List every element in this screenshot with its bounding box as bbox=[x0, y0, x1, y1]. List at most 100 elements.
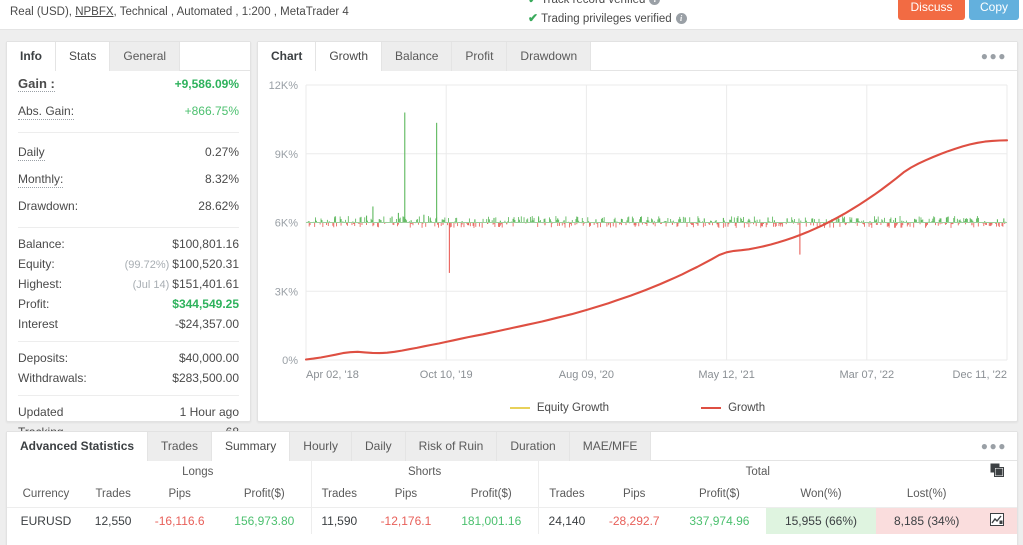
withdrawals-label: Withdrawals: bbox=[18, 368, 87, 388]
legend-label-growth: Growth bbox=[728, 402, 765, 414]
broker-link[interactable]: NPBFX bbox=[75, 6, 113, 18]
tab-risk-of-ruin[interactable]: Risk of Ruin bbox=[406, 432, 498, 461]
col-short-profit: Profit($) bbox=[445, 482, 538, 507]
chart-line-icon[interactable] bbox=[977, 507, 1017, 534]
col-total-trades: Trades bbox=[538, 482, 595, 507]
cell-short-pips: -12,176.1 bbox=[367, 507, 445, 534]
account-stats-card: Info Stats General Gain : +9,586.09% Abs… bbox=[6, 41, 251, 422]
row-equity: Equity: (99.72%)$100,520.31 bbox=[18, 254, 239, 274]
tab-duration[interactable]: Duration bbox=[497, 432, 569, 461]
discuss-button[interactable]: Discuss bbox=[898, 0, 965, 20]
col-lost: Lost(%) bbox=[876, 482, 977, 507]
equity-percent: (99.72%) bbox=[125, 259, 170, 271]
col-long-pips: Pips bbox=[141, 482, 218, 507]
svg-text:Apr 02, '18: Apr 02, '18 bbox=[306, 369, 359, 381]
chart-menu-icon[interactable]: ●●● bbox=[981, 51, 1007, 61]
equity-value: $100,520.31 bbox=[172, 257, 239, 271]
tab-growth[interactable]: Growth bbox=[316, 42, 382, 71]
col-long-profit: Profit($) bbox=[218, 482, 311, 507]
growth-chart-card: Chart Growth Balance Profit Drawdown ●●●… bbox=[257, 41, 1018, 422]
tab-daily[interactable]: Daily bbox=[352, 432, 406, 461]
row-profit: Profit: $344,549.25 bbox=[18, 294, 239, 314]
stats-menu-icon[interactable]: ●●● bbox=[981, 441, 1007, 451]
abs-gain-label[interactable]: Abs. Gain: bbox=[18, 104, 74, 120]
tab-chart[interactable]: Chart bbox=[258, 42, 316, 71]
legend-item-growth[interactable]: Growth bbox=[701, 402, 765, 414]
tab-balance[interactable]: Balance bbox=[382, 42, 452, 71]
stats-tabstrip: Advanced Statistics Trades Summary Hourl… bbox=[7, 432, 1017, 461]
table-row[interactable]: EURUSD 12,550 -16,116.6 156,973.80 11,59… bbox=[7, 507, 1017, 534]
tab-general[interactable]: General bbox=[110, 42, 180, 71]
cell-lost: 8,185 (34%) bbox=[876, 507, 977, 534]
row-deposits: Deposits: $40,000.00 bbox=[18, 348, 239, 368]
tab-hourly[interactable]: Hourly bbox=[290, 432, 352, 461]
svg-text:12K%: 12K% bbox=[269, 80, 299, 92]
tab-stats[interactable]: Stats bbox=[56, 42, 110, 71]
interest-label: Interest bbox=[18, 314, 58, 334]
cell-short-profit: 181,001.16 bbox=[445, 507, 538, 534]
cell-currency: EURUSD bbox=[7, 507, 85, 534]
svg-text:May 12, '21: May 12, '21 bbox=[698, 369, 755, 381]
highest-value-group: (Jul 14)$151,401.61 bbox=[133, 274, 239, 295]
top-bar: Real (USD), NPBFX, Technical , Automated… bbox=[0, 0, 1023, 30]
daily-value: 0.27% bbox=[205, 139, 239, 166]
cell-long-trades: 12,550 bbox=[85, 507, 141, 534]
tab-profit[interactable]: Profit bbox=[452, 42, 507, 71]
svg-text:Mar 07, '22: Mar 07, '22 bbox=[839, 369, 894, 381]
abs-gain-value: +866.75% bbox=[185, 98, 239, 125]
monthly-value: 8.32% bbox=[205, 166, 239, 193]
updated-label: Updated bbox=[18, 402, 63, 422]
tab-advanced-statistics[interactable]: Advanced Statistics bbox=[7, 432, 148, 461]
track-record-verified-row: ✔Track record verifiedi bbox=[528, 0, 828, 9]
daily-label[interactable]: Daily bbox=[18, 145, 45, 161]
equity-label: Equity: bbox=[18, 254, 55, 274]
svg-text:6K%: 6K% bbox=[275, 218, 298, 230]
svg-text:Dec 11, '22: Dec 11, '22 bbox=[953, 369, 1007, 381]
row-abs-gain: Abs. Gain: +866.75% bbox=[18, 98, 239, 125]
withdrawals-value: $283,500.00 bbox=[172, 368, 239, 388]
tab-info[interactable]: Info bbox=[7, 42, 56, 71]
growth-chart-svg[interactable]: 0%3K%6K%9K%12K%Apr 02, '18Oct 10, '19Aug… bbox=[258, 71, 1017, 422]
check-icon: ✔ bbox=[528, 0, 538, 6]
info-icon[interactable]: i bbox=[676, 13, 687, 24]
cell-long-pips: -16,116.6 bbox=[141, 507, 218, 534]
row-daily: Daily 0.27% bbox=[18, 139, 239, 166]
row-drawdown: Drawdown: 28.62% bbox=[18, 193, 239, 220]
tab-trades[interactable]: Trades bbox=[148, 432, 212, 461]
check-icon: ✔ bbox=[528, 11, 538, 25]
row-withdrawals: Withdrawals: $283,500.00 bbox=[18, 368, 239, 388]
col-short-pips: Pips bbox=[367, 482, 445, 507]
verification-block: ✔Track record verifiedi ✔Trading privile… bbox=[528, 0, 828, 28]
row-highest: Highest: (Jul 14)$151,401.61 bbox=[18, 274, 239, 294]
trading-privileges-verified-row: ✔Trading privileges verifiedi bbox=[528, 9, 828, 28]
balance-label: Balance: bbox=[18, 234, 65, 254]
highest-date: (Jul 14) bbox=[133, 279, 170, 291]
account-type-text: Real (USD), bbox=[10, 6, 72, 18]
updated-value: 1 Hour ago bbox=[180, 402, 239, 422]
tab-drawdown[interactable]: Drawdown bbox=[507, 42, 591, 71]
row-interest: Interest -$24,357.00 bbox=[18, 314, 239, 334]
tab-mae-mfe[interactable]: MAE/MFE bbox=[570, 432, 652, 461]
copy-layers-icon[interactable] bbox=[977, 461, 1017, 482]
chart-plot-area: 0%3K%6K%9K%12K%Apr 02, '18Oct 10, '19Aug… bbox=[258, 71, 1017, 422]
legend-item-equity-growth[interactable]: Equity Growth bbox=[510, 402, 609, 414]
gain-label[interactable]: Gain : bbox=[18, 76, 55, 92]
tab-summary[interactable]: Summary bbox=[212, 432, 290, 461]
cell-won: 15,955 (66%) bbox=[766, 507, 877, 534]
monthly-label[interactable]: Monthly: bbox=[18, 172, 63, 188]
deposits-label: Deposits: bbox=[18, 348, 68, 368]
account-details-text: , Technical , Automated , 1:200 , MetaTr… bbox=[114, 6, 349, 18]
col-currency: Currency bbox=[7, 482, 85, 507]
info-body: Gain : +9,586.09% Abs. Gain: +866.75% Da… bbox=[7, 71, 250, 442]
info-icon[interactable]: i bbox=[649, 0, 660, 5]
highest-label: Highest: bbox=[18, 274, 62, 294]
svg-text:Aug 09, '20: Aug 09, '20 bbox=[559, 369, 614, 381]
interest-value: -$24,357.00 bbox=[175, 314, 239, 334]
chart-legend: Equity Growth Growth bbox=[258, 402, 1017, 414]
copy-button[interactable]: Copy bbox=[969, 0, 1019, 20]
drawdown-label: Drawdown: bbox=[18, 193, 78, 220]
cell-total-profit: 337,974.96 bbox=[673, 507, 765, 534]
row-balance: Balance: $100,801.16 bbox=[18, 234, 239, 254]
svg-text:3K%: 3K% bbox=[275, 286, 298, 298]
svg-text:9K%: 9K% bbox=[275, 149, 298, 161]
